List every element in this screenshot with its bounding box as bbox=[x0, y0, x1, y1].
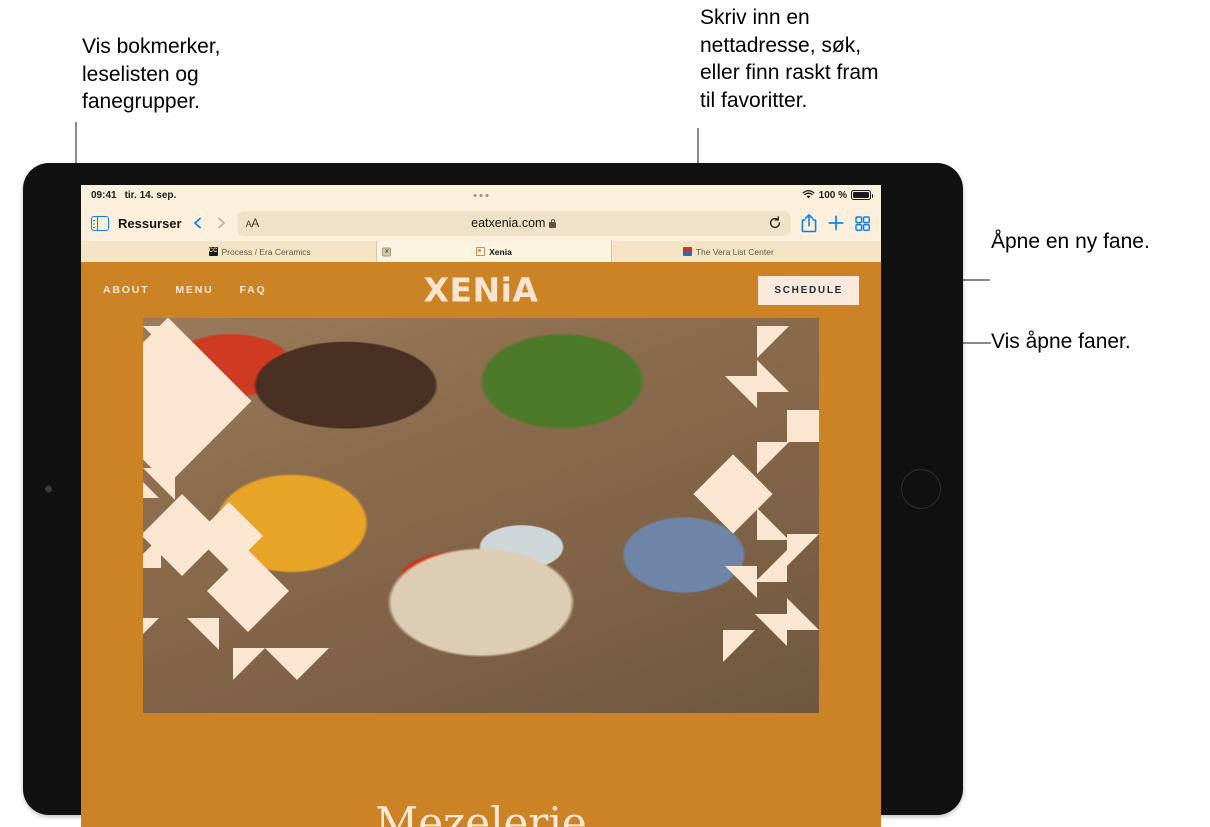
site-nav-links: ABOUT MENU FAQ bbox=[103, 284, 266, 296]
status-bar: 09:41 tir. 14. sep. 100 % bbox=[81, 185, 881, 205]
nav-link-faq[interactable]: FAQ bbox=[239, 284, 266, 296]
status-indicators: 100 % bbox=[802, 189, 873, 201]
ipad-screen: 09:41 tir. 14. sep. 100 % Ressurser AA e… bbox=[81, 185, 881, 827]
tab-label: Process / Era Ceramics bbox=[221, 246, 311, 257]
browser-toolbar: Ressurser AA eatxenia.com bbox=[81, 205, 881, 241]
battery-percent: 100 % bbox=[818, 189, 847, 201]
decor-triangle bbox=[723, 630, 755, 662]
decor-triangle bbox=[143, 326, 175, 358]
sidebar-label[interactable]: Ressurser bbox=[118, 216, 182, 231]
chevron-left-icon[interactable] bbox=[191, 216, 205, 230]
decor-triangle bbox=[787, 598, 819, 630]
decor-triangle bbox=[755, 550, 787, 582]
decor-triangle bbox=[143, 536, 161, 568]
decor-triangle bbox=[755, 614, 787, 646]
tab-label: The Vera List Center bbox=[695, 246, 774, 257]
site-logo[interactable]: XENiA bbox=[424, 274, 539, 307]
webpage-content: ABOUT MENU FAQ XENiA SCHEDULE Mezelerie bbox=[81, 262, 881, 827]
schedule-button[interactable]: SCHEDULE bbox=[758, 275, 859, 305]
decor-triangle bbox=[143, 468, 175, 500]
battery-full-icon bbox=[851, 190, 873, 200]
status-time: 09:41 bbox=[91, 189, 117, 201]
decor-triangle bbox=[757, 442, 789, 474]
chevron-right-icon bbox=[217, 217, 225, 229]
site-navigation: ABOUT MENU FAQ XENiA SCHEDULE bbox=[81, 262, 881, 318]
ipad-device-frame: 09:41 tir. 14. sep. 100 % Ressurser AA e… bbox=[23, 163, 963, 827]
site-headline: Mezelerie bbox=[375, 798, 587, 827]
tab-label: Xenia bbox=[489, 246, 512, 257]
tab-bar: Process / Era Ceramics × Xenia The Vera … bbox=[81, 241, 881, 262]
callout-new-tab: Åpne en ny fane. bbox=[991, 230, 1150, 253]
status-date: tir. 14. sep. bbox=[124, 189, 177, 201]
decor-triangle bbox=[187, 618, 219, 650]
decor-triangle bbox=[757, 360, 789, 392]
front-camera-icon bbox=[45, 485, 52, 493]
decor-triangle bbox=[297, 648, 329, 680]
hero-image bbox=[143, 318, 819, 713]
plus-icon[interactable] bbox=[827, 214, 845, 232]
url-display: eatxenia.com bbox=[237, 216, 791, 230]
decor-triangle bbox=[725, 566, 757, 598]
ceramics-favicon bbox=[208, 247, 218, 256]
decor-triangle bbox=[143, 618, 159, 650]
url-text: eatxenia.com bbox=[471, 216, 546, 230]
address-field[interactable]: AA eatxenia.com bbox=[236, 210, 791, 236]
decor-triangle bbox=[265, 648, 297, 680]
reload-icon[interactable] bbox=[768, 216, 782, 230]
vera-favicon bbox=[682, 247, 692, 256]
sidebar-icon[interactable] bbox=[91, 215, 109, 231]
share-icon[interactable] bbox=[800, 213, 818, 233]
decor-triangle bbox=[787, 534, 819, 566]
multitask-dots-icon[interactable] bbox=[473, 193, 489, 197]
decor-triangle bbox=[725, 376, 757, 408]
decor-triangle bbox=[757, 326, 789, 358]
browser-tab-active[interactable]: × Xenia bbox=[377, 241, 612, 262]
callout-bookmarks: Vis bokmerker, leselisten og fanegrupper… bbox=[82, 35, 221, 114]
text-size-button[interactable]: AA bbox=[246, 216, 260, 230]
callout-show-tabs: Vis åpne faner. bbox=[991, 330, 1131, 353]
browser-tab[interactable]: Process / Era Ceramics bbox=[143, 241, 378, 262]
xenia-favicon bbox=[476, 247, 486, 256]
browser-tab[interactable]: The Vera List Center bbox=[612, 241, 845, 262]
decor-triangle bbox=[757, 508, 789, 540]
grid-tabs-icon[interactable] bbox=[854, 215, 871, 232]
close-icon[interactable]: × bbox=[382, 247, 392, 256]
nav-link-menu[interactable]: MENU bbox=[175, 284, 213, 296]
decor-triangle bbox=[233, 648, 265, 680]
lock-icon bbox=[549, 218, 557, 228]
callout-address-field: Skriv inn en nettadresse, søk, eller fin… bbox=[700, 6, 879, 113]
nav-link-about[interactable]: ABOUT bbox=[103, 284, 149, 296]
wifi-icon bbox=[802, 190, 815, 199]
decor-square bbox=[787, 410, 819, 442]
home-button[interactable] bbox=[901, 469, 941, 509]
